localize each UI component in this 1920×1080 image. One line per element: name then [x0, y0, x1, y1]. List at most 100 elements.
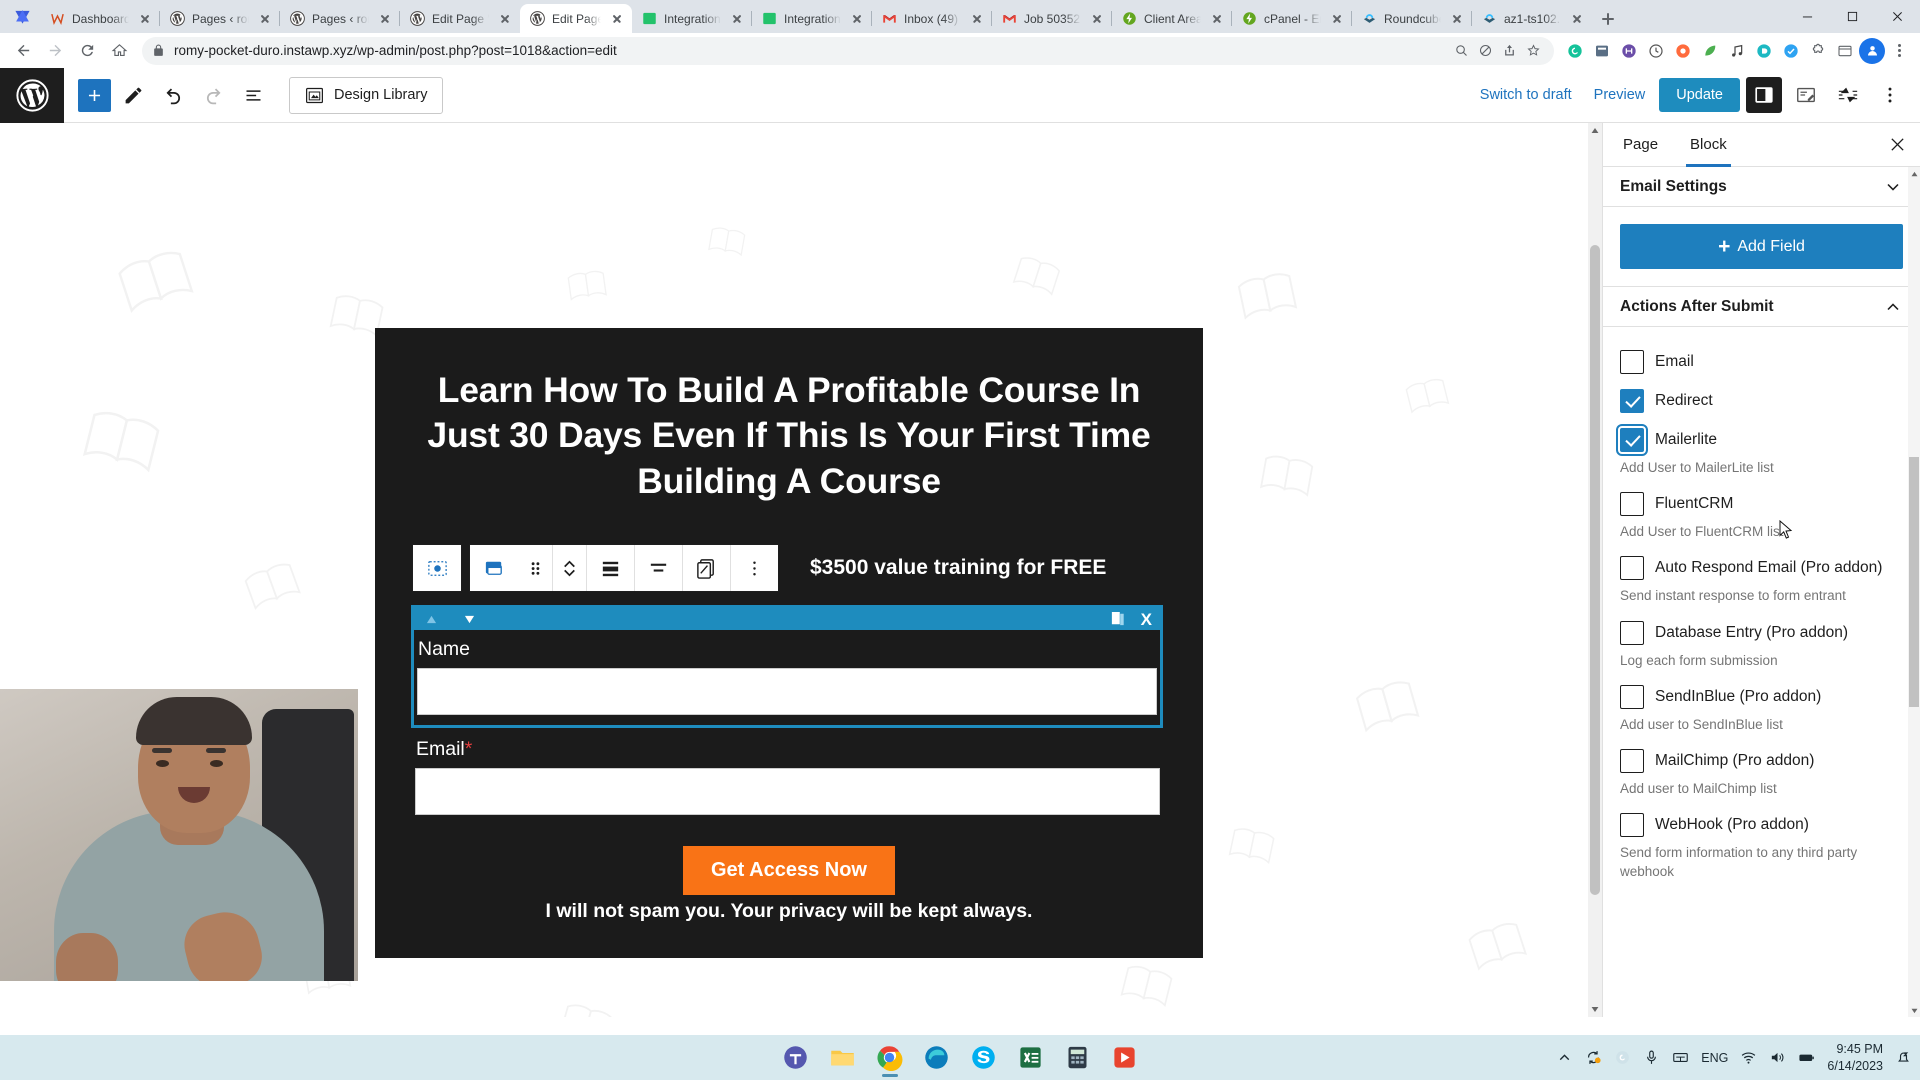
bookmark-star-icon[interactable]	[1522, 40, 1544, 62]
touchpad-icon[interactable]	[1672, 1038, 1689, 1078]
editor-mode-icon[interactable]	[1788, 77, 1824, 113]
close-window-button[interactable]	[1875, 0, 1920, 33]
tab-close-icon[interactable]	[136, 10, 154, 28]
checkbox-icon[interactable]	[1620, 492, 1644, 517]
action-row[interactable]: Email	[1620, 350, 1903, 374]
calculator-icon[interactable]	[1056, 1038, 1100, 1078]
pocket-icon[interactable]	[1589, 38, 1615, 64]
puzzle-icon[interactable]	[1805, 38, 1831, 64]
drag-handle-icon[interactable]	[518, 545, 552, 591]
tab-close-icon[interactable]	[1328, 10, 1346, 28]
scroll-down-arrow-icon[interactable]	[1588, 1001, 1602, 1017]
email-settings-panel-header[interactable]: Email Settings	[1603, 167, 1920, 207]
file-explorer-icon[interactable]	[821, 1038, 865, 1078]
pencil-tool-icon[interactable]	[115, 77, 151, 113]
align-vertical-icon[interactable]	[586, 545, 634, 591]
wifi-icon[interactable]	[1740, 1038, 1757, 1078]
duplicate-icon[interactable]	[1111, 611, 1125, 627]
link-icon[interactable]	[682, 545, 730, 591]
speaker-icon[interactable]	[1769, 1038, 1786, 1078]
battery-icon[interactable]	[1798, 1038, 1815, 1078]
sidebar-scrollbar-thumb[interactable]	[1909, 457, 1919, 707]
music-icon[interactable]	[1724, 38, 1750, 64]
browser-tab[interactable]: Job 50352	[991, 4, 1112, 33]
action-row[interactable]: Mailerlite	[1616, 424, 1903, 456]
window-icon[interactable]	[1832, 38, 1858, 64]
add-field-button[interactable]: + Add Field	[1620, 224, 1903, 269]
sidebar-scroll-down-icon[interactable]	[1908, 1003, 1920, 1017]
browser-tab[interactable]: Dashboard	[40, 4, 160, 33]
minimize-button[interactable]	[1785, 0, 1830, 33]
block-more-options-icon[interactable]	[730, 545, 778, 591]
reload-button[interactable]	[72, 36, 102, 66]
language-indicator[interactable]: ENG	[1701, 1051, 1728, 1065]
document-overview-icon[interactable]	[235, 77, 271, 113]
jetpack-icon[interactable]	[1830, 77, 1866, 113]
tab-close-icon[interactable]	[1208, 10, 1226, 28]
action-row[interactable]: MailChimp (Pro addon)	[1620, 749, 1903, 774]
tab-close-icon[interactable]	[1088, 10, 1106, 28]
clock[interactable]: 9:45 PM 6/14/2023	[1827, 1041, 1883, 1075]
home-button[interactable]	[104, 36, 134, 66]
browser-menu-icon[interactable]	[1886, 38, 1912, 64]
leaf-icon[interactable]	[1697, 38, 1723, 64]
form-field-name[interactable]: X Name	[411, 605, 1163, 728]
browser-tab[interactable]: Integration	[632, 4, 752, 33]
canvas-scrollbar[interactable]	[1588, 123, 1602, 1017]
omnibox[interactable]: romy-pocket-duro.instawp.xyz/wp-admin/po…	[142, 36, 1554, 65]
browser-tab[interactable]: az1-ts102.	[1471, 4, 1592, 33]
hero-subheading[interactable]: $3500 value training for FREE	[810, 544, 1210, 592]
name-input[interactable]	[417, 668, 1157, 715]
preview-button[interactable]: Preview	[1586, 81, 1654, 109]
teams-icon[interactable]	[774, 1038, 818, 1078]
sidebar-scrollbar[interactable]	[1908, 167, 1920, 1017]
tab-page[interactable]: Page	[1607, 124, 1674, 166]
show-hidden-icons[interactable]	[1556, 1038, 1573, 1078]
tab-close-icon[interactable]	[1448, 10, 1466, 28]
zoom-icon[interactable]	[1450, 40, 1472, 62]
skype-icon[interactable]	[962, 1038, 1006, 1078]
profile-avatar[interactable]	[1859, 37, 1885, 64]
tab-close-icon[interactable]	[376, 10, 394, 28]
redo-icon[interactable]	[195, 77, 231, 113]
canvas-scrollbar-thumb[interactable]	[1590, 245, 1600, 895]
browser-tab[interactable]: Integration	[751, 4, 872, 33]
notifications-icon[interactable]	[1895, 1038, 1912, 1078]
page-title[interactable]: Learn How To Build A Profitable Course I…	[420, 368, 1158, 504]
switch-to-draft-button[interactable]: Switch to draft	[1472, 81, 1580, 109]
grammarly-tray-icon[interactable]	[1614, 1038, 1631, 1078]
action-row[interactable]: Redirect	[1620, 389, 1903, 413]
checkbox-icon[interactable]	[1620, 813, 1644, 838]
check-circle-icon[interactable]	[1778, 38, 1804, 64]
more-options-icon[interactable]	[1872, 77, 1908, 113]
checkbox-icon[interactable]	[1620, 389, 1644, 413]
action-row[interactable]: Auto Respond Email (Pro addon)	[1620, 556, 1903, 581]
microphone-icon[interactable]	[1643, 1038, 1660, 1078]
dashlane-icon[interactable]	[1751, 38, 1777, 64]
form-field-email[interactable]: Email*	[415, 738, 1160, 815]
browser-tab[interactable]: Roundcube	[1351, 4, 1472, 33]
maximize-button[interactable]	[1830, 0, 1875, 33]
move-up-down-icon[interactable]	[552, 545, 586, 591]
forward-button[interactable]	[40, 36, 70, 66]
edge-icon[interactable]	[915, 1038, 959, 1078]
align-text-icon[interactable]	[634, 545, 682, 591]
scroll-up-arrow-icon[interactable]	[1588, 123, 1602, 139]
form-block-icon[interactable]	[413, 545, 461, 591]
browser-tab[interactable]: cPanel - En	[1231, 4, 1352, 33]
design-library-button[interactable]: Design Library	[289, 76, 443, 114]
checkbox-icon[interactable]	[1620, 350, 1644, 374]
move-up-arrow-icon[interactable]	[422, 610, 440, 628]
tab-block[interactable]: Block	[1674, 124, 1743, 167]
submit-button[interactable]: Get Access Now	[683, 846, 895, 895]
clock-icon[interactable]	[1643, 38, 1669, 64]
wordpress-logo[interactable]	[0, 67, 64, 123]
checkbox-icon[interactable]	[1620, 620, 1644, 645]
checkbox-icon[interactable]	[1620, 684, 1644, 709]
tab-close-icon[interactable]	[496, 10, 514, 28]
action-row[interactable]: Database Entry (Pro addon)	[1620, 620, 1903, 645]
undo-icon[interactable]	[155, 77, 191, 113]
sync-icon[interactable]	[1585, 1038, 1602, 1078]
honey-icon[interactable]	[1616, 38, 1642, 64]
action-row[interactable]: FluentCRM	[1620, 492, 1903, 517]
